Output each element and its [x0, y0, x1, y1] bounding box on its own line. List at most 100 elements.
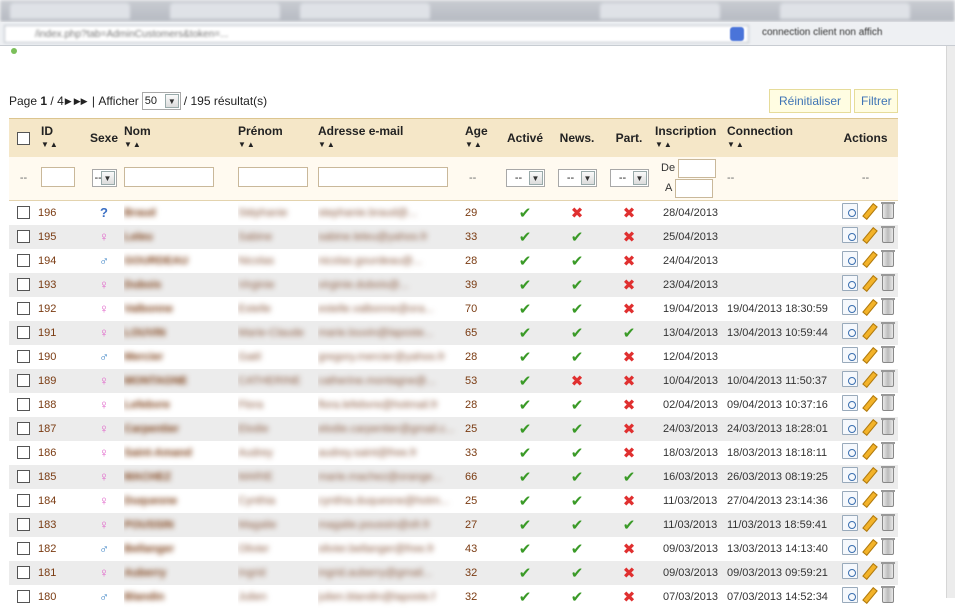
select-all-checkbox[interactable] — [17, 131, 30, 145]
active-filter-select[interactable]: -- ▼ — [505, 169, 545, 188]
sort-arrows-icon[interactable]: ▼▲ — [41, 140, 84, 149]
active-check-icon[interactable]: ✔ — [519, 229, 532, 246]
row-checkbox[interactable] — [17, 374, 30, 387]
row-checkbox[interactable] — [17, 542, 30, 555]
browser-tab[interactable] — [780, 3, 910, 19]
edit-pencil-icon[interactable] — [861, 419, 877, 435]
edit-pencil-icon[interactable] — [861, 491, 877, 507]
partner-cross-icon[interactable]: ✖ — [623, 349, 636, 366]
view-icon[interactable] — [842, 467, 858, 483]
active-check-icon[interactable]: ✔ — [519, 373, 532, 390]
sort-arrows-icon[interactable]: ▼▲ — [124, 140, 238, 149]
row-checkbox[interactable] — [17, 230, 30, 243]
edit-pencil-icon[interactable] — [861, 299, 877, 315]
edit-pencil-icon[interactable] — [861, 347, 877, 363]
newsletter-check-icon[interactable]: ✔ — [571, 589, 584, 606]
delete-trash-icon[interactable] — [881, 490, 895, 507]
partner-cross-icon[interactable]: ✖ — [623, 589, 636, 606]
active-check-icon[interactable]: ✔ — [519, 565, 532, 582]
table-row[interactable]: 182 ♂ Bellanger Olivier olivier.bellanger@fr… — [9, 536, 898, 561]
row-checkbox[interactable] — [17, 422, 30, 435]
active-check-icon[interactable]: ✔ — [519, 493, 532, 510]
newsletter-check-icon[interactable]: ✔ — [571, 349, 584, 366]
date-from-input[interactable] — [678, 158, 717, 178]
newsletter-check-icon[interactable]: ✔ — [571, 229, 584, 246]
newsletter-check-icon[interactable]: ✔ — [571, 517, 584, 534]
view-icon[interactable] — [842, 299, 858, 315]
newsletter-check-icon[interactable]: ✔ — [571, 421, 584, 438]
newsletter-check-icon[interactable]: ✔ — [571, 397, 584, 414]
row-checkbox[interactable] — [17, 350, 30, 363]
table-row[interactable]: 185 ♀ MACHEZ MARIE marie.machez@orange... 66 ✔… — [9, 464, 898, 489]
table-row[interactable]: 193 ♀ Dubois Virginie virginie.dubois@... 39 ✔… — [9, 272, 898, 297]
sort-arrows-icon[interactable]: ▼▲ — [727, 140, 833, 149]
lastname-filter-input[interactable] — [124, 166, 214, 187]
row-checkbox[interactable] — [17, 494, 30, 507]
partner-cross-icon[interactable]: ✖ — [623, 373, 636, 390]
email-filter-input[interactable] — [318, 166, 448, 187]
row-checkbox[interactable] — [17, 470, 30, 483]
delete-trash-icon[interactable] — [881, 586, 895, 603]
newsletter-filter-select[interactable]: -- ▼ — [557, 169, 597, 188]
table-row[interactable]: 187 ♀ Carpentier Elodie elodie.carpentier@gm… — [9, 416, 898, 441]
filter-button[interactable]: Filtrer — [854, 89, 898, 113]
col-firstname[interactable]: Prénom ▼▲ — [238, 118, 318, 157]
newsletter-cross-icon[interactable]: ✖ — [571, 205, 584, 222]
delete-trash-icon[interactable] — [881, 298, 895, 315]
active-check-icon[interactable]: ✔ — [519, 469, 532, 486]
view-icon[interactable] — [842, 251, 858, 267]
address-input[interactable]: /index.php?tab=AdminCustomers&token=... — [4, 25, 749, 43]
browser-tab[interactable] — [170, 3, 280, 19]
active-check-icon[interactable]: ✔ — [519, 349, 532, 366]
table-row[interactable]: 194 ♂ GOURDEAU Nicolas nicolas.gourdeau@... 2… — [9, 248, 898, 273]
row-checkbox[interactable] — [17, 566, 30, 579]
active-check-icon[interactable]: ✔ — [519, 445, 532, 462]
delete-trash-icon[interactable] — [881, 466, 895, 483]
page-scrollbar[interactable] — [946, 46, 955, 598]
newsletter-check-icon[interactable]: ✔ — [571, 565, 584, 582]
col-lastname[interactable]: Nom ▼▲ — [124, 118, 238, 157]
table-row[interactable]: 195 ♀ Leleu Sabine sabine.leleu@yahoo.fr 33 ✔ ✔… — [9, 224, 898, 249]
browser-tab[interactable] — [300, 3, 430, 19]
table-row[interactable]: 191 ♀ LOUVIN Marie-Claude marie.louvin@lapos… — [9, 320, 898, 345]
sort-arrows-icon[interactable]: ▼▲ — [238, 140, 318, 149]
partner-cross-icon[interactable]: ✖ — [623, 541, 636, 558]
partner-cross-icon[interactable]: ✖ — [623, 445, 636, 462]
delete-trash-icon[interactable] — [881, 514, 895, 531]
delete-trash-icon[interactable] — [881, 442, 895, 459]
delete-trash-icon[interactable] — [881, 202, 895, 220]
col-id[interactable]: ID ▼▲ — [38, 118, 84, 157]
edit-pencil-icon[interactable] — [861, 587, 877, 603]
edit-pencil-icon[interactable] — [861, 323, 877, 339]
extension-icon[interactable] — [730, 27, 744, 41]
row-checkbox[interactable] — [17, 518, 30, 531]
view-icon[interactable] — [842, 515, 858, 531]
active-check-icon[interactable]: ✔ — [519, 301, 532, 318]
active-check-icon[interactable]: ✔ — [519, 253, 532, 270]
id-filter-input[interactable] — [41, 166, 75, 187]
edit-pencil-icon[interactable] — [861, 227, 877, 243]
partner-check-icon[interactable]: ✔ — [623, 517, 636, 534]
active-check-icon[interactable]: ✔ — [519, 277, 532, 294]
newsletter-check-icon[interactable]: ✔ — [571, 277, 584, 294]
newsletter-check-icon[interactable]: ✔ — [571, 325, 584, 342]
edit-pencil-icon[interactable] — [861, 467, 877, 483]
delete-trash-icon[interactable] — [881, 274, 895, 291]
browser-tab[interactable] — [10, 3, 130, 19]
partner-cross-icon[interactable]: ✖ — [623, 397, 636, 414]
view-icon[interactable] — [842, 539, 858, 555]
next-page-icon[interactable]: ▶ — [65, 96, 72, 107]
delete-trash-icon[interactable] — [881, 226, 895, 243]
edit-pencil-icon[interactable] — [861, 371, 877, 387]
table-row[interactable]: 183 ♀ POUSSIN Magalie magalie.poussin@sfr.fr… — [9, 512, 898, 537]
view-icon[interactable] — [842, 491, 858, 507]
edit-pencil-icon[interactable] — [861, 563, 877, 579]
active-check-icon[interactable]: ✔ — [519, 541, 532, 558]
view-icon[interactable] — [842, 395, 858, 411]
edit-pencil-icon[interactable] — [861, 395, 877, 411]
delete-trash-icon[interactable] — [881, 250, 895, 267]
reset-button[interactable]: Réinitialiser — [769, 89, 851, 113]
delete-trash-icon[interactable] — [881, 394, 895, 411]
partner-cross-icon[interactable]: ✖ — [623, 205, 636, 222]
partner-cross-icon[interactable]: ✖ — [623, 565, 636, 582]
